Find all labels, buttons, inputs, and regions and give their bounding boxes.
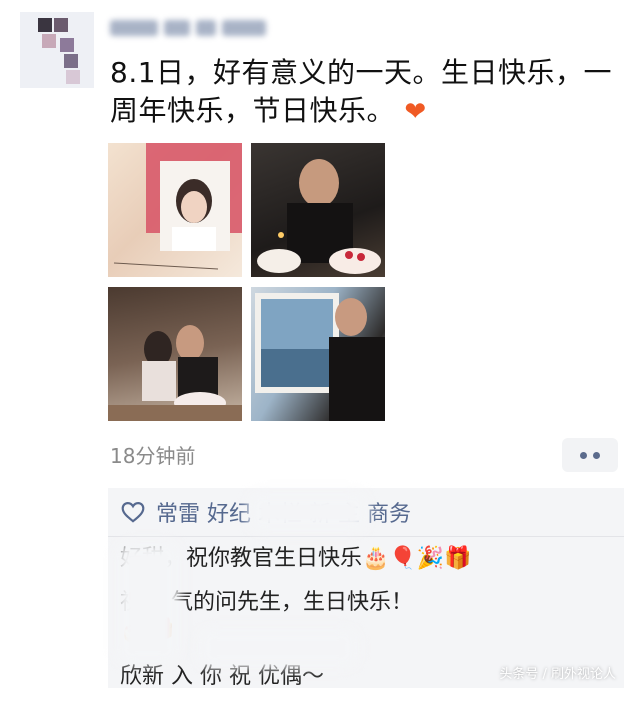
avatar[interactable] (20, 12, 94, 88)
dot-icon (593, 451, 600, 459)
dot-icon (580, 451, 587, 459)
username-blur (222, 20, 266, 36)
photo-birthday-man-art (257, 159, 381, 274)
photo-man-with-painting-art (255, 293, 385, 421)
username[interactable] (110, 14, 320, 42)
heart-outline-icon (121, 502, 145, 523)
photo-birthday-man[interactable] (251, 143, 385, 277)
avatar-pixel (38, 18, 52, 32)
photo-man-with-painting[interactable] (251, 287, 385, 421)
watermark: 头条号 / 刷外视论人 (499, 667, 616, 682)
photo-couple-kiss[interactable] (108, 287, 242, 421)
avatar-pixel (54, 18, 68, 32)
post-text-line1: 8.1日，好有意义的一天。生日快乐，一 (110, 56, 613, 89)
post-text-line2: 周年快乐，节日快乐。 (110, 94, 396, 127)
blur-smudge (116, 542, 180, 664)
avatar-pixel (60, 38, 74, 52)
avatar-pixel (64, 54, 78, 68)
more-options-button[interactable] (562, 438, 618, 472)
username-blur (196, 20, 216, 36)
post-text: 8.1日，好有意义的一天。生日快乐，一 周年快乐，节日快乐。 ❤ (110, 54, 626, 131)
username-blur (110, 20, 158, 36)
avatar-pixel (42, 34, 56, 48)
username-blur (164, 20, 190, 36)
blur-smudge (248, 492, 368, 532)
timestamp: 18分钟前 (110, 444, 196, 468)
photo-certificate-art (113, 143, 242, 270)
avatar-pixel (66, 70, 80, 84)
blur-smudge (198, 628, 358, 668)
photo-couple-kiss-art (108, 325, 242, 421)
photo-certificate[interactable] (108, 143, 242, 277)
comments-panel: 常雷 好纪 木栏 新 主 商务 好甜，祝你教官生日快乐🎂🎈🎉🎁 祝威 气的问先生… (108, 488, 624, 689)
heart-icon: ❤ (404, 97, 427, 127)
